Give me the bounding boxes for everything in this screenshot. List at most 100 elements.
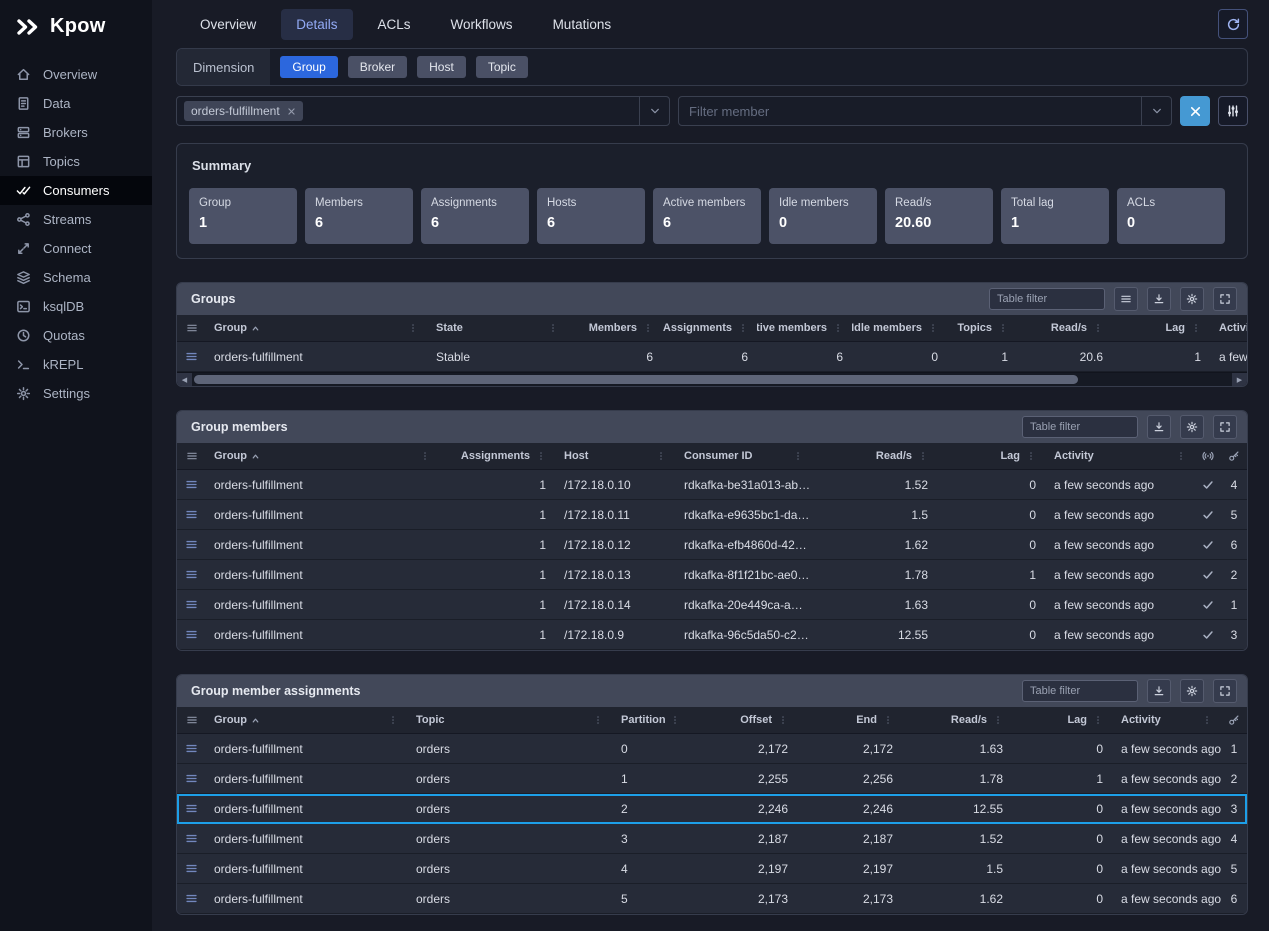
column-header[interactable]: Activity	[1045, 450, 1195, 462]
scrollbar-track[interactable]	[192, 373, 1232, 386]
table-tool-button[interactable]	[1213, 287, 1237, 311]
scroll-right-arrow[interactable]: ▶	[1232, 373, 1247, 386]
table-tool-button[interactable]	[1147, 287, 1171, 311]
column-header[interactable]: Topics	[947, 322, 1017, 334]
column-header[interactable]: End	[797, 714, 902, 726]
sidebar-item[interactable]: Overview	[0, 60, 152, 89]
row-menu-cell[interactable]	[177, 802, 205, 815]
row-menu-cell[interactable]	[177, 862, 205, 875]
row-menu-icon[interactable]	[185, 628, 198, 641]
column-menu-icon[interactable]	[1026, 451, 1036, 461]
sidebar-item[interactable]: Topics	[0, 147, 152, 176]
group-filter-select[interactable]: orders-fulfillment	[176, 96, 670, 126]
table-row[interactable]: orders-fulfillment orders 2 2,246 2,246 …	[177, 794, 1247, 824]
row-menu-cell[interactable]	[177, 892, 205, 905]
column-header[interactable]: Group	[205, 322, 427, 334]
table-tool-button[interactable]	[1114, 287, 1138, 311]
sidebar-item[interactable]: Streams	[0, 205, 152, 234]
row-menu-cell[interactable]	[177, 538, 205, 551]
table-row[interactable]: orders-fulfillment orders 1 2,255 2,256 …	[177, 764, 1247, 794]
column-header[interactable]: Read/s	[1017, 322, 1112, 334]
sidebar-item[interactable]: Quotas	[0, 321, 152, 350]
column-menu-icon[interactable]	[536, 451, 546, 461]
row-menu-cell[interactable]	[177, 478, 205, 491]
table-row[interactable]: orders-fulfillment 1 /172.18.0.9 rdkafka…	[177, 620, 1247, 650]
sidebar-item[interactable]: Consumers	[0, 176, 152, 205]
row-menu-icon[interactable]	[185, 350, 198, 363]
column-header[interactable]: Read/s	[902, 714, 1012, 726]
tab[interactable]: ACLs	[363, 9, 426, 40]
column-header[interactable]: Read/s	[812, 450, 937, 462]
table-row[interactable]: orders-fulfillment 1 /172.18.0.11 rdkafk…	[177, 500, 1247, 530]
column-menu-icon[interactable]	[778, 715, 788, 725]
row-menu-icon[interactable]	[185, 832, 198, 845]
column-header[interactable]: State	[427, 322, 567, 334]
column-menu-icon[interactable]	[738, 323, 748, 333]
column-header[interactable]: Lag	[1012, 714, 1112, 726]
column-header[interactable]: Activity	[1112, 714, 1221, 726]
table-filter-input[interactable]	[989, 288, 1105, 310]
column-menu-icon[interactable]	[656, 451, 666, 461]
column-header[interactable]: Activity	[1210, 322, 1247, 334]
row-menu-icon[interactable]	[185, 598, 198, 611]
column-menu-icon[interactable]	[833, 323, 843, 333]
row-menu-cell[interactable]	[177, 742, 205, 755]
table-tool-button[interactable]	[1213, 679, 1237, 703]
column-menu-icon[interactable]	[643, 323, 653, 333]
filter-options-button[interactable]	[1218, 96, 1248, 126]
column-menu-icon[interactable]	[1202, 715, 1212, 725]
tab[interactable]: Details	[281, 8, 353, 40]
column-menu-icon[interactable]	[420, 451, 430, 461]
table-row[interactable]: orders-fulfillment orders 3 2,187 2,187 …	[177, 824, 1247, 854]
column-header[interactable]: Lag	[937, 450, 1045, 462]
refresh-button[interactable]	[1218, 9, 1248, 39]
column-header[interactable]: Members	[567, 322, 662, 334]
row-menu-icon[interactable]	[185, 772, 198, 785]
row-menu-cell[interactable]	[177, 350, 205, 363]
table-tool-button[interactable]	[1147, 679, 1171, 703]
column-header[interactable]: Assignments	[662, 322, 757, 334]
sidebar-item[interactable]: Brokers	[0, 118, 152, 147]
row-menu-icon[interactable]	[185, 538, 198, 551]
column-menu-icon[interactable]	[1093, 323, 1103, 333]
table-row[interactable]: orders-fulfillment 1 /172.18.0.14 rdkafk…	[177, 590, 1247, 620]
tab[interactable]: Workflows	[436, 9, 528, 40]
scrollbar-thumb[interactable]	[194, 375, 1078, 384]
column-menu-icon[interactable]	[388, 715, 398, 725]
chevron-down-icon[interactable]	[639, 97, 669, 125]
row-menu-cell[interactable]	[177, 628, 205, 641]
table-row[interactable]: orders-fulfillment 1 /172.18.0.12 rdkafk…	[177, 530, 1247, 560]
column-menu-icon[interactable]	[793, 451, 803, 461]
horizontal-scrollbar[interactable]: ◀ ▶	[177, 372, 1247, 386]
dimension-option-button[interactable]: Broker	[347, 56, 408, 78]
table-row[interactable]: orders-fulfillment 1 /172.18.0.13 rdkafk…	[177, 560, 1247, 590]
dimension-option-button[interactable]: Group	[280, 56, 338, 78]
row-menu-icon[interactable]	[185, 862, 198, 875]
table-tool-button[interactable]	[1213, 415, 1237, 439]
row-menu-cell[interactable]	[177, 598, 205, 611]
row-menu-icon[interactable]	[185, 478, 198, 491]
row-menu-cell[interactable]	[177, 508, 205, 521]
column-menu-icon[interactable]	[883, 715, 893, 725]
table-row[interactable]: orders-fulfillment orders 5 2,173 2,173 …	[177, 884, 1247, 914]
chip-remove-icon[interactable]	[287, 107, 296, 116]
table-tool-button[interactable]	[1180, 287, 1204, 311]
kpow-logo[interactable]: Kpow	[0, 0, 152, 60]
scroll-left-arrow[interactable]: ◀	[177, 373, 192, 386]
tab[interactable]: Mutations	[538, 9, 627, 40]
column-header[interactable]: Host	[555, 450, 675, 462]
column-header[interactable]: Assignments	[439, 450, 555, 462]
column-header[interactable]: Consumer ID	[675, 450, 812, 462]
sidebar-item[interactable]: ksqlDB	[0, 292, 152, 321]
table-filter-input[interactable]	[1022, 680, 1138, 702]
table-tool-button[interactable]	[1180, 679, 1204, 703]
column-menu-icon[interactable]	[928, 323, 938, 333]
row-menu-cell[interactable]	[177, 772, 205, 785]
sidebar-item[interactable]: kREPL	[0, 350, 152, 379]
column-menu-icon[interactable]	[918, 451, 928, 461]
row-menu-icon[interactable]	[185, 508, 198, 521]
table-row[interactable]: orders-fulfillment orders 4 2,197 2,197 …	[177, 854, 1247, 884]
table-row[interactable]: orders-fulfillment orders 0 2,172 2,172 …	[177, 734, 1247, 764]
column-menu-icon[interactable]	[993, 715, 1003, 725]
column-header[interactable]: Partition	[612, 714, 689, 726]
